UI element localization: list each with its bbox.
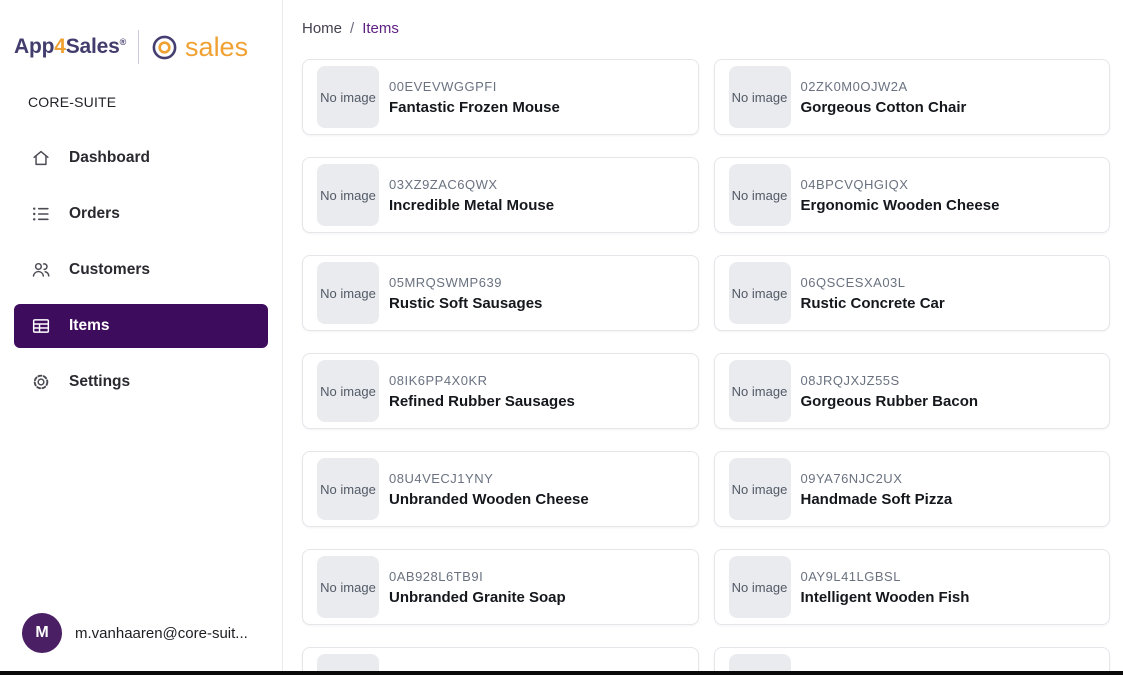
brand-part: App <box>14 35 54 58</box>
home-icon <box>30 147 52 169</box>
item-name: Fantastic Frozen Mouse <box>389 99 560 116</box>
logo-product-name: sales <box>185 34 248 61</box>
item-name: Intelligent Wooden Fish <box>801 589 970 606</box>
no-image-placeholder: No image <box>317 556 379 618</box>
item-card[interactable]: No image 09YA76NJC2UX Handmade Soft Pizz… <box>714 451 1111 527</box>
item-card[interactable]: No image 05MRQSWMP639 Rustic Soft Sausag… <box>302 255 699 331</box>
app4sales-logo-text: App4Sales® <box>14 35 126 59</box>
no-image-placeholder: No image <box>729 66 791 128</box>
brand-part: Sales <box>66 35 120 58</box>
window-bottom-edge <box>0 671 1123 675</box>
no-image-placeholder: No image <box>729 458 791 520</box>
item-card[interactable]: No image 0AB928L6TB9I Unbranded Granite … <box>302 549 699 625</box>
item-card-text: 08U4VECJ1YNY Unbranded Wooden Cheese <box>389 471 589 508</box>
item-card[interactable]: No image 00EVEVWGGPFI Fantastic Frozen M… <box>302 59 699 135</box>
item-code: 02ZK0M0OJW2A <box>801 79 967 94</box>
item-name: Rustic Concrete Car <box>801 295 945 312</box>
avatar-initial: M <box>35 624 48 642</box>
item-card-text: 08JRQJXJZ55S Gorgeous Rubber Bacon <box>801 373 979 410</box>
sidebar-item-label: Dashboard <box>69 149 150 167</box>
item-card[interactable]: No image 0AY9L41LGBSL Intelligent Wooden… <box>714 549 1111 625</box>
sidebar-item-items[interactable]: Items <box>14 304 268 348</box>
orders-icon <box>30 203 52 225</box>
item-code: 00EVEVWGGPFI <box>389 79 560 94</box>
customers-icon <box>30 259 52 281</box>
breadcrumb-separator: / <box>350 20 354 37</box>
sidebar-item-dashboard[interactable]: Dashboard <box>14 136 268 180</box>
item-card[interactable]: No image 02ZK0M0OJW2A Gorgeous Cotton Ch… <box>714 59 1111 135</box>
registered-mark: ® <box>120 37 126 47</box>
item-card-text: 0AY9L41LGBSL Intelligent Wooden Fish <box>801 569 970 606</box>
item-name: Handmade Soft Pizza <box>801 491 953 508</box>
items-grid: No image 00EVEVWGGPFI Fantastic Frozen M… <box>283 59 1123 675</box>
app-window: App4Sales® sales CORE-SUITE Dashboard Or… <box>0 0 1123 675</box>
bullseye-icon <box>151 34 178 61</box>
sidebar-item-label: Items <box>69 317 110 335</box>
no-image-placeholder: No image <box>317 360 379 422</box>
org-label: CORE-SUITE <box>28 94 282 110</box>
item-card-text: 0AB928L6TB9I Unbranded Granite Soap <box>389 569 566 606</box>
item-name: Ergonomic Wooden Cheese <box>801 197 1000 214</box>
item-card[interactable]: No image 04BPCVQHGIQX Ergonomic Wooden C… <box>714 157 1111 233</box>
sidebar-item-settings[interactable]: Settings <box>14 360 268 404</box>
item-card-text: 09YA76NJC2UX Handmade Soft Pizza <box>801 471 953 508</box>
app-logo: App4Sales® sales <box>0 0 282 64</box>
sidebar-nav: Dashboard Orders Customers Items Setting… <box>0 136 282 404</box>
item-card[interactable]: No image 08IK6PP4X0KR Refined Rubber Sau… <box>302 353 699 429</box>
no-image-placeholder: No image <box>317 66 379 128</box>
item-card-text: 06QSCESXA03L Rustic Concrete Car <box>801 275 945 312</box>
item-code: 08JRQJXJZ55S <box>801 373 979 388</box>
item-code: 05MRQSWMP639 <box>389 275 542 290</box>
item-name: Unbranded Granite Soap <box>389 589 566 606</box>
no-image-placeholder: No image <box>317 262 379 324</box>
item-code: 0AY9L41LGBSL <box>801 569 970 584</box>
no-image-placeholder: No image <box>729 164 791 226</box>
item-card-text: 05MRQSWMP639 Rustic Soft Sausages <box>389 275 542 312</box>
sidebar: App4Sales® sales CORE-SUITE Dashboard Or… <box>0 0 283 675</box>
item-name: Unbranded Wooden Cheese <box>389 491 589 508</box>
logo-divider <box>138 30 139 64</box>
item-code: 04BPCVQHGIQX <box>801 177 1000 192</box>
item-card[interactable]: No image 08U4VECJ1YNY Unbranded Wooden C… <box>302 451 699 527</box>
user-account[interactable]: M m.vanhaaren@core-suit... <box>22 613 248 653</box>
sidebar-item-label: Settings <box>69 373 130 391</box>
item-card-text: 08IK6PP4X0KR Refined Rubber Sausages <box>389 373 575 410</box>
item-card[interactable]: No image 06QSCESXA03L Rustic Concrete Ca… <box>714 255 1111 331</box>
sidebar-item-customers[interactable]: Customers <box>14 248 268 292</box>
item-code: 0AB928L6TB9I <box>389 569 566 584</box>
no-image-placeholder: No image <box>317 164 379 226</box>
item-code: 03XZ9ZAC6QWX <box>389 177 554 192</box>
items-icon <box>30 315 52 337</box>
item-code: 06QSCESXA03L <box>801 275 945 290</box>
user-email: m.vanhaaren@core-suit... <box>75 625 248 642</box>
breadcrumb-home[interactable]: Home <box>302 20 342 37</box>
item-name: Gorgeous Cotton Chair <box>801 99 967 116</box>
breadcrumb-current: Items <box>362 20 399 37</box>
no-image-placeholder: No image <box>729 556 791 618</box>
sidebar-item-label: Orders <box>69 205 120 223</box>
sidebar-item-label: Customers <box>69 261 150 279</box>
main-content: Home / Items No image 00EVEVWGGPFI Fanta… <box>283 0 1123 675</box>
gear-icon <box>30 371 52 393</box>
item-code: 08U4VECJ1YNY <box>389 471 589 486</box>
no-image-placeholder: No image <box>729 262 791 324</box>
no-image-placeholder: No image <box>729 360 791 422</box>
item-name: Incredible Metal Mouse <box>389 197 554 214</box>
item-card-text: 04BPCVQHGIQX Ergonomic Wooden Cheese <box>801 177 1000 214</box>
item-code: 08IK6PP4X0KR <box>389 373 575 388</box>
breadcrumb: Home / Items <box>283 0 1123 37</box>
item-name: Rustic Soft Sausages <box>389 295 542 312</box>
item-name: Refined Rubber Sausages <box>389 393 575 410</box>
item-code: 09YA76NJC2UX <box>801 471 953 486</box>
item-card-text: 02ZK0M0OJW2A Gorgeous Cotton Chair <box>801 79 967 116</box>
avatar: M <box>22 613 62 653</box>
item-card-text: 00EVEVWGGPFI Fantastic Frozen Mouse <box>389 79 560 116</box>
item-card[interactable]: No image 08JRQJXJZ55S Gorgeous Rubber Ba… <box>714 353 1111 429</box>
sidebar-item-orders[interactable]: Orders <box>14 192 268 236</box>
brand-accent: 4 <box>54 35 65 58</box>
item-card-text: 03XZ9ZAC6QWX Incredible Metal Mouse <box>389 177 554 214</box>
no-image-placeholder: No image <box>317 458 379 520</box>
item-card[interactable]: No image 03XZ9ZAC6QWX Incredible Metal M… <box>302 157 699 233</box>
item-name: Gorgeous Rubber Bacon <box>801 393 979 410</box>
